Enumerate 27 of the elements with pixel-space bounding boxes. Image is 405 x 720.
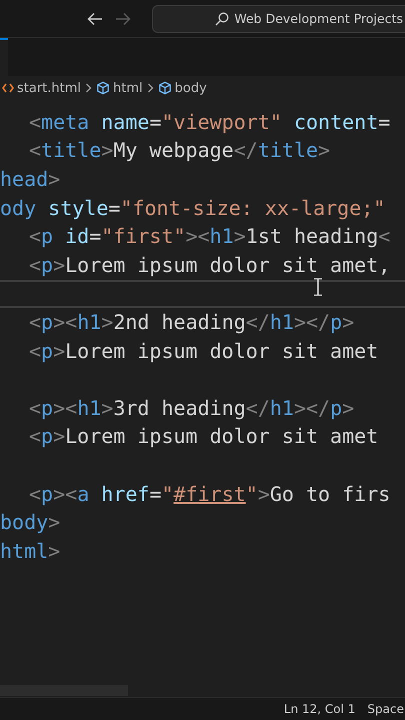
code-line: <p id="first"><h1>1st heading< <box>29 226 390 248</box>
code-file-icon <box>2 83 14 93</box>
search-icon <box>215 12 230 26</box>
breadcrumb-item[interactable]: body <box>174 80 207 96</box>
breadcrumb-item[interactable]: start.html <box>17 80 82 96</box>
cube-icon <box>158 81 172 95</box>
code-line: head> <box>0 168 60 190</box>
code-line: <title>My webpage</title> <box>29 140 330 162</box>
code-line: ody style="font-size: xx-large;" <box>0 198 386 219</box>
code-line: <p><a href="#first">Go to firs <box>29 484 390 505</box>
code-line: <p>Lorem ipsum dolor sit amet <box>29 426 378 448</box>
text-cursor-icon <box>313 278 323 296</box>
chevron-icon <box>146 83 154 93</box>
search-field[interactable]: Web Development Projects <box>152 4 405 32</box>
code-line: <meta name="viewport" content= <box>29 112 390 133</box>
code-line: <p>Lorem ipsum dolor sit amet <box>29 340 378 362</box>
code-line: <p><h1>2nd heading</h1></p> <box>29 312 354 333</box>
chevron-icon <box>85 83 92 93</box>
code-line: html> <box>0 540 60 562</box>
editor-tab[interactable] <box>0 38 8 76</box>
code-line: <p>Lorem ipsum dolor sit amet, <box>29 254 390 276</box>
status-item[interactable]: Ln 12, Col 1 <box>284 702 356 716</box>
status-item[interactable]: Space <box>367 702 404 716</box>
code-line: <p><h1>3rd heading</h1></p> <box>29 398 354 419</box>
code-line: body> <box>0 512 60 534</box>
breadcrumb-item[interactable]: html <box>113 80 143 96</box>
cube-icon <box>96 81 110 95</box>
